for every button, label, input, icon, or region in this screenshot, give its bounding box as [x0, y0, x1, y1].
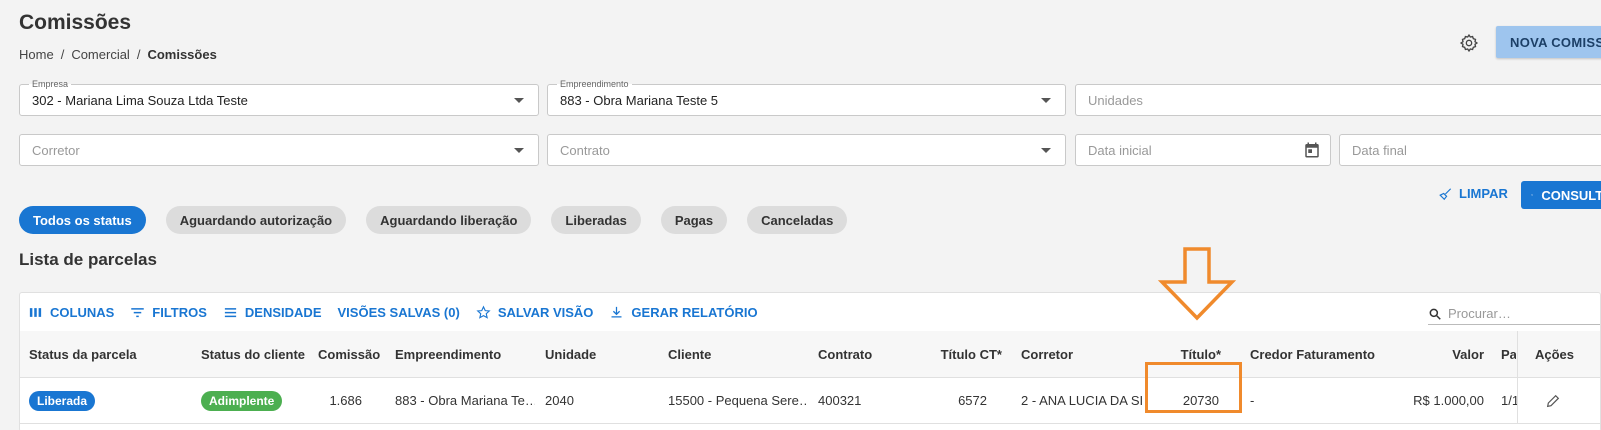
empresa-select[interactable]: Empresa 302 - Mariana Lima Souza Ltda Te… [19, 79, 539, 116]
highlight-box [1145, 362, 1242, 413]
empreendimento-label: Empreendimento [557, 79, 632, 89]
chevron-down-icon [1041, 98, 1051, 103]
unidades-placeholder: Unidades [1088, 93, 1143, 108]
saved-views-label: VISÕES SALVAS (0) [337, 304, 460, 320]
empreendimento-value: 883 - Obra Mariana Teste 5 [560, 93, 719, 108]
col-credor-faturamento[interactable]: Credor Faturamento [1250, 331, 1390, 377]
calendar-icon[interactable] [1303, 141, 1321, 159]
save-view-button[interactable]: SALVAR VISÃO [476, 304, 594, 320]
star-icon [476, 305, 491, 319]
chip-todos-status[interactable]: Todos os status [19, 206, 146, 234]
gear-icon[interactable] [1459, 33, 1479, 53]
search-label: CONSULTAR [1541, 187, 1601, 203]
search-icon [1531, 194, 1534, 196]
cell-comissao: 1.686 [329, 393, 362, 408]
search-button[interactable]: CONSULTAR [1521, 181, 1601, 209]
broom-icon [1439, 187, 1452, 200]
export-report-label: GERAR RELATÓRIO [631, 304, 758, 320]
columns-button[interactable]: COLUNAS [28, 305, 114, 320]
col-valor[interactable]: Valor [1400, 331, 1484, 377]
data-final-field[interactable]: Data final [1339, 134, 1601, 166]
density-label: DENSIDADE [244, 304, 322, 320]
col-corretor[interactable]: Corretor [1021, 331, 1141, 377]
clear-label: LIMPAR [1459, 186, 1508, 201]
chip-liberadas[interactable]: Liberadas [551, 206, 641, 234]
col-status-parcela[interactable]: Status da parcela [29, 331, 189, 377]
chip-aguardando-autorizacao[interactable]: Aguardando autorização [165, 206, 347, 234]
cell-corretor: 2 - ANA LUCIA DA SIL… [1021, 393, 1143, 408]
cell-titulo-ct: 6572 [958, 393, 987, 408]
status-filter-chips: Todos os status Aguardando autorização A… [19, 206, 848, 234]
corretor-select[interactable]: Corretor [19, 134, 539, 166]
cell-credor-faturamento: - [1250, 393, 1255, 408]
density-button[interactable]: DENSIDADE [223, 305, 322, 320]
data-inicial-placeholder: Data inicial [1088, 143, 1152, 158]
cell-parcela: 1/1 [1501, 393, 1517, 408]
chevron-down-icon [1041, 148, 1051, 153]
filter-icon [131, 307, 145, 317]
contrato-placeholder: Contrato [560, 143, 610, 158]
data-final-placeholder: Data final [1352, 143, 1407, 158]
cell-status-parcela: Liberada [29, 378, 189, 423]
status-badge: Adimplente [201, 390, 283, 411]
breadcrumb-separator: / [60, 47, 65, 62]
columns-label: COLUNAS [50, 304, 115, 320]
actions-column-divider [1517, 331, 1600, 424]
search-icon [1429, 308, 1441, 320]
data-inicial-field[interactable]: Data inicial [1075, 134, 1331, 166]
data-grid: COLUNAS FILTROS DENSIDADE VISÕES SALVAS … [19, 292, 1601, 430]
grid-search-input[interactable]: Procurar… [1428, 303, 1600, 325]
empreendimento-select[interactable]: Empreendimento 883 - Obra Mariana Teste … [547, 79, 1066, 116]
contrato-select[interactable]: Contrato [547, 134, 1066, 166]
chevron-down-icon [514, 98, 524, 103]
density-icon [224, 307, 237, 317]
arrow-down-icon [1157, 247, 1237, 321]
empresa-value: 302 - Mariana Lima Souza Ltda Teste [32, 93, 248, 108]
empresa-label: Empresa [29, 79, 72, 89]
table-header: Status da parcela Status do cliente Comi… [20, 331, 1600, 378]
grid-search-placeholder: Procurar… [1448, 306, 1511, 321]
save-view-label: SALVAR VISÃO [497, 304, 594, 320]
col-parcela[interactable]: Parcela [1501, 331, 1516, 377]
chip-aguardando-liberacao[interactable]: Aguardando liberação [366, 206, 532, 234]
filters-button[interactable]: FILTROS [130, 305, 207, 320]
breadcrumb-home[interactable]: Home [19, 47, 54, 62]
list-title: Lista de parcelas [19, 250, 157, 269]
cell-status-cliente: Adimplente [201, 378, 311, 423]
new-commission-button[interactable]: NOVA COMISSÃO [1496, 26, 1601, 58]
breadcrumb: Home / Comercial / Comissões [19, 47, 217, 62]
breadcrumb-comercial[interactable]: Comercial [71, 47, 130, 62]
cell-cliente: 15500 - Pequena Sere… [668, 393, 808, 408]
cell-empreendimento: 883 - Obra Mariana Te… [395, 393, 535, 408]
cell-valor: R$ 1.000,00 [1413, 393, 1484, 408]
breadcrumb-separator: / [136, 47, 141, 62]
columns-icon [29, 307, 42, 317]
cell-unidade: 2040 [545, 393, 574, 408]
col-unidade[interactable]: Unidade [545, 331, 645, 377]
col-status-cliente[interactable]: Status do cliente [201, 331, 311, 377]
col-comissao[interactable]: Comissão [318, 331, 388, 377]
col-titulo-ct[interactable]: Título CT* [920, 331, 1002, 377]
clear-button[interactable]: LIMPAR [1439, 186, 1508, 201]
table-row[interactable]: Liberada Adimplente 1.686 883 - Obra Mar… [20, 378, 1600, 424]
chevron-down-icon [514, 148, 524, 153]
col-cliente[interactable]: Cliente [668, 331, 798, 377]
saved-views-button[interactable]: VISÕES SALVAS (0) [338, 305, 460, 320]
unidades-select[interactable]: Unidades [1075, 84, 1601, 116]
export-report-button[interactable]: GERAR RELATÓRIO [609, 304, 758, 320]
breadcrumb-current: Comissões [147, 47, 217, 62]
col-contrato[interactable]: Contrato [818, 331, 918, 377]
corretor-placeholder: Corretor [32, 143, 80, 158]
status-badge: Liberada [29, 390, 96, 411]
page-title: Comissões [19, 11, 132, 34]
grid-toolbar: COLUNAS FILTROS DENSIDADE VISÕES SALVAS … [20, 293, 1600, 331]
filters-label: FILTROS [152, 304, 207, 320]
download-icon [611, 306, 622, 317]
chip-pagas[interactable]: Pagas [660, 206, 728, 234]
cell-contrato: 400321 [818, 393, 862, 408]
chip-canceladas[interactable]: Canceladas [747, 206, 848, 234]
col-empreendimento[interactable]: Empreendimento [395, 331, 535, 377]
